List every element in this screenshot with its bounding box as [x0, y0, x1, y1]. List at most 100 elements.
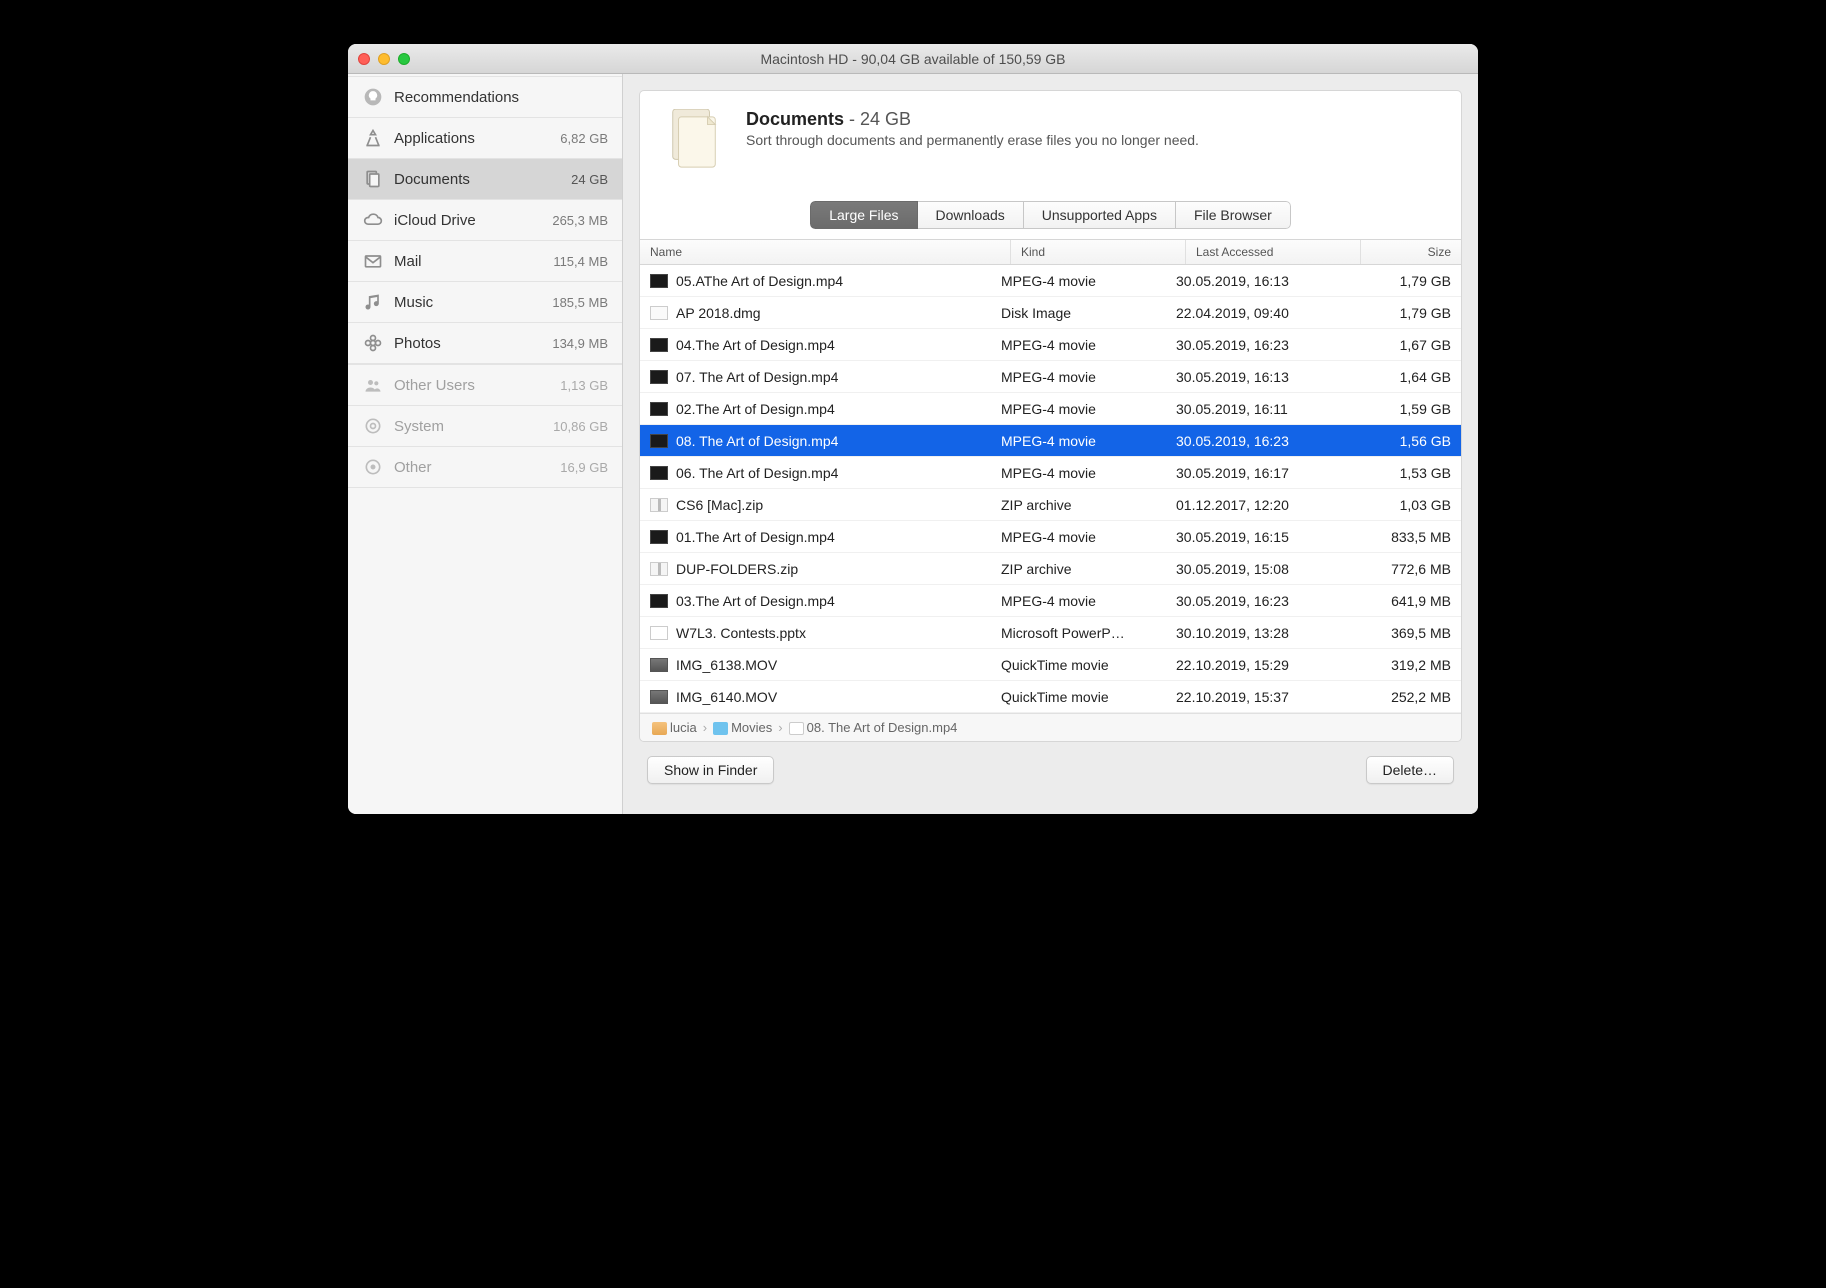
table-row[interactable]: 02.The Art of Design.mp4MPEG-4 movie30.0… [640, 393, 1461, 425]
table-row[interactable]: IMG_6138.MOVQuickTime movie22.10.2019, 1… [640, 649, 1461, 681]
table-row[interactable]: AP 2018.dmgDisk Image22.04.2019, 09:401,… [640, 297, 1461, 329]
section-header-box: Documents - 24 GB Sort through documents… [639, 90, 1462, 239]
show-in-finder-button[interactable]: Show in Finder [647, 756, 774, 784]
photos-icon [362, 332, 384, 354]
sidebar-item-value: 16,9 GB [560, 460, 608, 475]
file-last-accessed: 30.05.2019, 16:11 [1176, 401, 1351, 417]
file-name: 04.The Art of Design.mp4 [676, 337, 835, 353]
path-segment[interactable]: 08. The Art of Design.mp4 [789, 720, 958, 735]
table-row[interactable]: W7L3. Contests.pptxMicrosoft PowerP…30.1… [640, 617, 1461, 649]
titlebar: Macintosh HD - 90,04 GB available of 150… [348, 44, 1478, 74]
mail-icon [362, 250, 384, 272]
file-size: 1,67 GB [1351, 337, 1451, 353]
sidebar-item-label: iCloud Drive [394, 212, 542, 229]
gear-icon [362, 415, 384, 437]
file-type-icon [650, 306, 668, 320]
file-kind: MPEG-4 movie [1001, 433, 1176, 449]
col-kind[interactable]: Kind [1011, 240, 1186, 264]
sidebar-item-music[interactable]: Music185,5 MB [348, 282, 622, 323]
file-last-accessed: 30.05.2019, 16:23 [1176, 593, 1351, 609]
file-kind: ZIP archive [1001, 561, 1176, 577]
minimize-icon[interactable] [378, 53, 390, 65]
tab-downloads[interactable]: Downloads [918, 201, 1024, 229]
table-row[interactable]: CS6 [Mac].zipZIP archive01.12.2017, 12:2… [640, 489, 1461, 521]
section-description: Sort through documents and permanently e… [746, 132, 1199, 148]
file-name: CS6 [Mac].zip [676, 497, 763, 513]
col-last-accessed[interactable]: Last Accessed [1186, 240, 1361, 264]
table-row[interactable]: 04.The Art of Design.mp4 MPEG-4 movie30.0… [640, 329, 1461, 361]
file-kind: MPEG-4 movie [1001, 337, 1176, 353]
tab-large-files[interactable]: Large Files [810, 201, 917, 229]
tab-unsupported-apps[interactable]: Unsupported Apps [1024, 201, 1176, 229]
file-type-icon [650, 658, 668, 672]
sidebar-item-value: 265,3 MB [552, 213, 608, 228]
path-folder-icon [789, 722, 804, 735]
path-segment[interactable]: Movies [713, 720, 772, 735]
col-size[interactable]: Size [1361, 240, 1461, 264]
file-name: IMG_6140.MOV [676, 689, 777, 705]
table-row[interactable]: DUP-FOLDERS.zip ZIP archive30.05.2019, 15… [640, 553, 1461, 585]
sidebar-item-icloud-drive[interactable]: iCloud Drive 265,3 MB [348, 200, 622, 241]
delete-button[interactable]: Delete… [1366, 756, 1454, 784]
file-size: 772,6 MB [1351, 561, 1451, 577]
button-bar: Show in Finder Delete… [623, 742, 1478, 804]
file-name: 07. The Art of Design.mp4 [676, 369, 838, 385]
file-last-accessed: 30.05.2019, 16:23 [1176, 433, 1351, 449]
file-last-accessed: 30.05.2019, 16:17 [1176, 465, 1351, 481]
file-name: 06. The Art of Design.mp4 [676, 465, 838, 481]
file-last-accessed: 22.04.2019, 09:40 [1176, 305, 1351, 321]
file-last-accessed: 30.05.2019, 16:23 [1176, 337, 1351, 353]
file-last-accessed: 01.12.2017, 12:20 [1176, 497, 1351, 513]
file-last-accessed: 30.05.2019, 15:08 [1176, 561, 1351, 577]
sidebar-item-photos[interactable]: Photos134,9 MB [348, 323, 622, 364]
sidebar-item-label: Mail [394, 253, 543, 270]
file-size: 369,5 MB [1351, 625, 1451, 641]
sidebar-item-documents[interactable]: Documents24 GB [348, 159, 622, 200]
table-row[interactable]: 06. The Art of Design.mp4 MPEG-4 movie30.… [640, 457, 1461, 489]
file-type-icon [650, 690, 668, 704]
file-type-icon [650, 562, 668, 576]
section-title-size: 24 GB [860, 109, 911, 129]
sidebar-item-recommendations[interactable]: Recommendations [348, 76, 622, 118]
sidebar-item-label: System [394, 418, 543, 435]
file-name: AP 2018.dmg [676, 305, 761, 321]
table-row[interactable]: IMG_6140.MOVQuickTime movie22.10.2019, 1… [640, 681, 1461, 713]
file-size: 833,5 MB [1351, 529, 1451, 545]
sidebar-item-value: 115,4 MB [553, 254, 608, 269]
table-row[interactable]: 05.AThe Art of Design.mp4MPEG-4 movie30.… [640, 265, 1461, 297]
file-name: W7L3. Contests.pptx [676, 625, 806, 641]
sidebar-item-other-users: Other Users1,13 GB [348, 365, 622, 406]
sidebar-item-applications[interactable]: Applications6,82 GB [348, 118, 622, 159]
music-icon [362, 291, 384, 313]
file-kind: MPEG-4 movie [1001, 465, 1176, 481]
file-size: 1,79 GB [1351, 305, 1451, 321]
col-name[interactable]: Name [640, 240, 1011, 264]
file-name: 02.The Art of Design.mp4 [676, 401, 835, 417]
table-row[interactable]: 07. The Art of Design.mp4MPEG-4 movie30.… [640, 361, 1461, 393]
sidebar-item-label: Documents [394, 171, 561, 188]
table-row[interactable]: 08. The Art of Design.mp4MPEG-4 movie30.… [640, 425, 1461, 457]
file-size: 252,2 MB [1351, 689, 1451, 705]
table-row[interactable]: 03.The Art of Design.mp4MPEG-4 movie30.0… [640, 585, 1461, 617]
path-segment[interactable]: lucia [652, 720, 697, 735]
table-row[interactable]: 01.The Art of Design.mp4MPEG-4 movie30.0… [640, 521, 1461, 553]
sidebar-item-mail[interactable]: Mail 115,4 MB [348, 241, 622, 282]
file-last-accessed: 30.05.2019, 16:13 [1176, 369, 1351, 385]
close-icon[interactable] [358, 53, 370, 65]
section-title: Documents - 24 GB [746, 109, 1199, 130]
file-size: 1,53 GB [1351, 465, 1451, 481]
chevron-right-icon: › [703, 720, 707, 735]
chevron-right-icon: › [778, 720, 782, 735]
file-name: DUP-FOLDERS.zip [676, 561, 798, 577]
apps-icon [362, 127, 384, 149]
sidebar-item-value: 6,82 GB [560, 131, 608, 146]
tab-file-browser[interactable]: File Browser [1176, 201, 1291, 229]
file-last-accessed: 30.05.2019, 16:13 [1176, 273, 1351, 289]
storage-management-window: Macintosh HD - 90,04 GB available of 150… [348, 44, 1478, 814]
file-last-accessed: 22.10.2019, 15:37 [1176, 689, 1351, 705]
sidebar-item-label: Other [394, 459, 550, 476]
file-name: 01.The Art of Design.mp4 [676, 529, 835, 545]
file-type-icon [650, 338, 668, 352]
file-type-icon [650, 594, 668, 608]
zoom-icon[interactable] [398, 53, 410, 65]
